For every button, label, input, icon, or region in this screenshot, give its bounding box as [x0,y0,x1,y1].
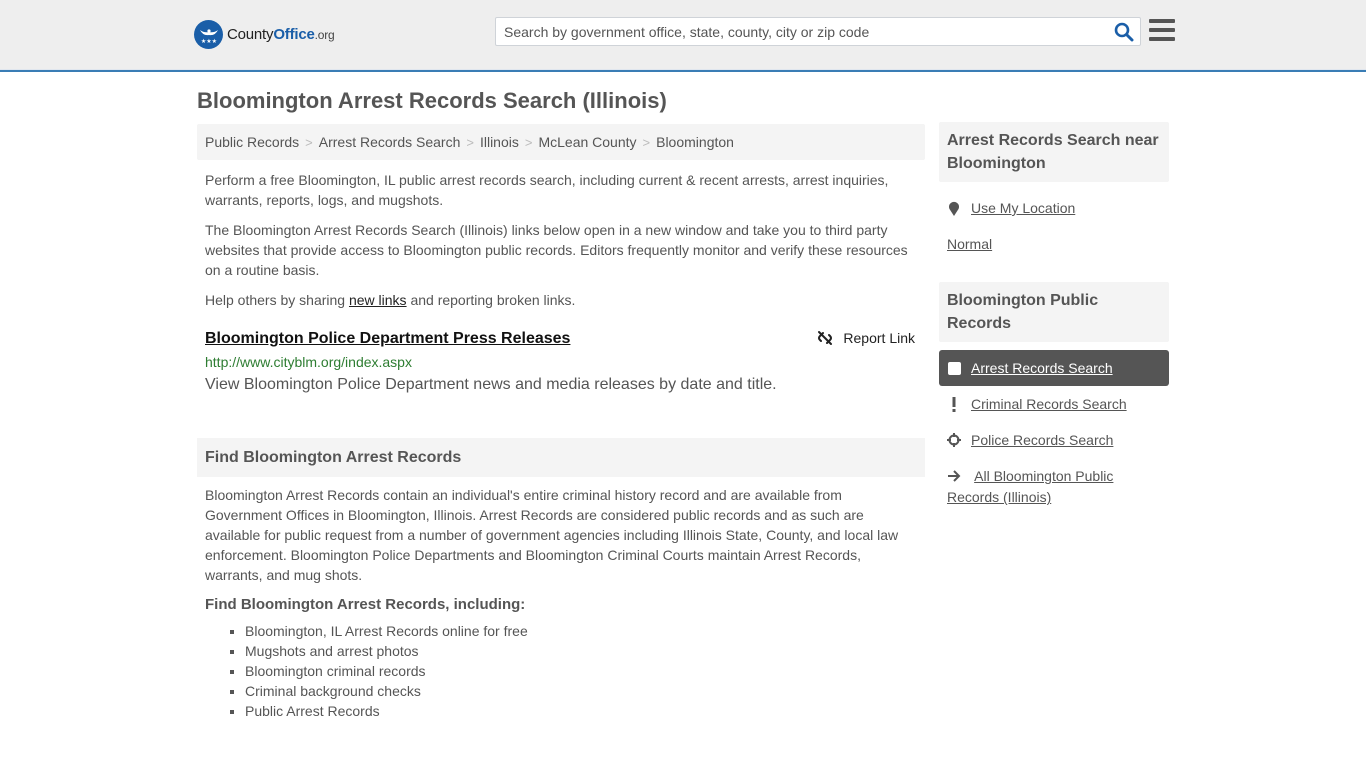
find-section-subheading: Find Bloomington Arrest Records, includi… [205,596,526,613]
logo-text: CountyOffice.org [227,26,335,43]
breadcrumb-separator: > [466,134,474,150]
breadcrumb: Public Records > Arrest Records Search >… [197,124,925,160]
map-marker-icon [947,201,961,216]
hamburger-menu-icon[interactable] [1149,19,1175,43]
crosshair-icon [947,433,961,447]
result-item: Bloomington Police Department Press Rele… [197,330,925,394]
site-header: ★★★ CountyOffice.org [0,0,1366,72]
sidebar-public-heading: Bloomington Public Records [939,282,1169,342]
nearby-city-normal: Normal [939,226,1169,262]
main-content: Public Records > Arrest Records Search >… [197,124,925,721]
intro-paragraph-3: Help others by sharing new links and rep… [205,290,917,310]
find-section-heading: Find Bloomington Arrest Records [197,438,925,477]
list-item: Bloomington, IL Arrest Records online fo… [245,621,917,641]
sidebar-link-criminal-records[interactable]: Criminal Records Search [971,396,1127,412]
find-list: Bloomington, IL Arrest Records online fo… [205,621,917,721]
normal-link[interactable]: Normal [947,236,992,252]
sidebar-item-all-public-records[interactable]: All Bloomington Public Records (Illinois… [939,458,1169,507]
search-icon[interactable] [1114,22,1134,42]
sidebar-link-all-public-records[interactable]: All Bloomington Public Records (Illinois… [947,468,1113,505]
sidebar-item-police-records[interactable]: Police Records Search [939,422,1169,458]
sidebar-item-arrest-records[interactable]: Arrest Records Search [939,350,1169,386]
report-link-button[interactable]: Report Link [817,330,915,346]
sidebar-link-police-records[interactable]: Police Records Search [971,432,1113,448]
search-input[interactable] [496,18,1096,45]
use-my-location-link[interactable]: Use My Location [971,200,1075,216]
broken-link-icon [818,331,833,345]
breadcrumb-public-records[interactable]: Public Records [205,134,299,150]
square-icon [947,361,961,375]
sidebar: Arrest Records Search near Bloomington U… [939,122,1169,507]
result-url: http://www.cityblm.org/index.aspx [205,354,412,370]
breadcrumb-mclean-county[interactable]: McLean County [538,134,636,150]
new-links-link[interactable]: new links [349,292,407,308]
intro-text: Perform a free Bloomington, IL public ar… [197,170,925,310]
breadcrumb-illinois[interactable]: Illinois [480,134,519,150]
page-title: Bloomington Arrest Records Search (Illin… [197,88,667,113]
exclamation-icon [947,396,961,412]
svg-text:★★★: ★★★ [200,38,216,45]
intro-help-text: Help others by sharing [205,292,349,308]
find-section-paragraph: Bloomington Arrest Records contain an in… [205,487,899,583]
sidebar-link-arrest-records[interactable]: Arrest Records Search [971,360,1113,376]
logo-eagle-icon: ★★★ [194,20,223,49]
breadcrumb-arrest-records-search[interactable]: Arrest Records Search [319,134,461,150]
list-item: Mugshots and arrest photos [245,641,917,661]
report-link-label: Report Link [843,330,915,346]
sidebar-near-heading: Arrest Records Search near Bloomington [939,122,1169,182]
sidebar-item-criminal-records[interactable]: Criminal Records Search [939,386,1169,422]
use-my-location: Use My Location [939,190,1169,226]
breadcrumb-bloomington[interactable]: Bloomington [656,134,734,150]
result-title-link[interactable]: Bloomington Police Department Press Rele… [205,330,570,348]
breadcrumb-separator: > [642,134,651,150]
result-description: View Bloomington Police Department news … [205,376,777,393]
intro-help-text-end: and reporting broken links. [406,292,576,308]
arrow-right-icon [947,467,961,487]
list-item: Bloomington criminal records [245,661,917,681]
list-item: Criminal background checks [245,681,917,701]
breadcrumb-separator: > [305,134,313,150]
find-section-body: Bloomington Arrest Records contain an in… [197,485,925,721]
intro-paragraph-2: The Bloomington Arrest Records Search (I… [205,222,908,278]
intro-paragraph-1: Perform a free Bloomington, IL public ar… [205,172,889,208]
search-box [495,17,1141,46]
list-item: Public Arrest Records [245,701,917,721]
breadcrumb-separator: > [524,134,533,150]
logo-link[interactable]: ★★★ CountyOffice.org [194,20,335,49]
